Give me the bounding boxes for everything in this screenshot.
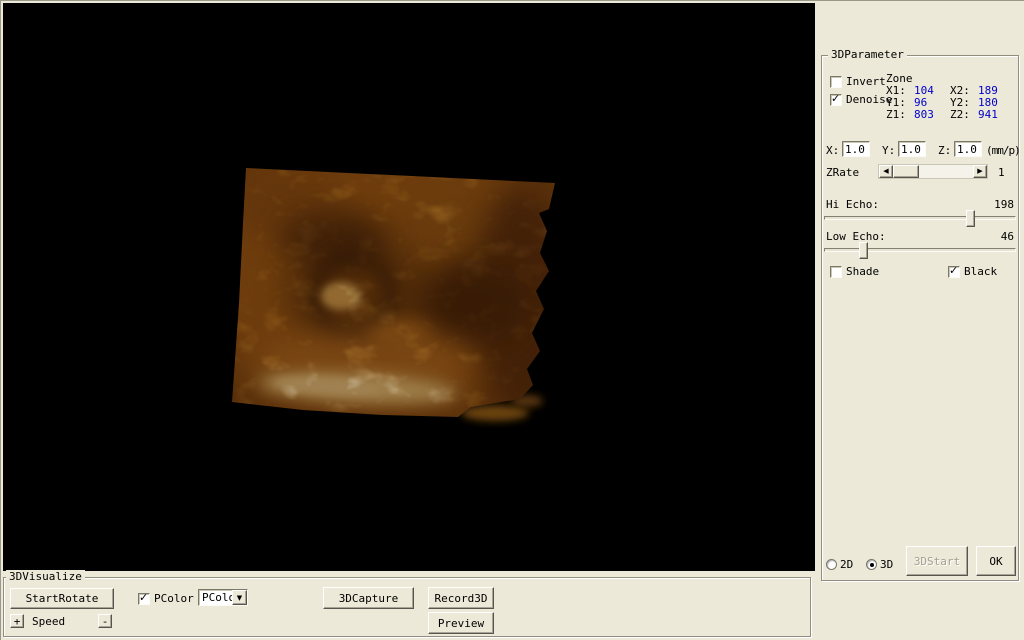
parameter-groupbox-title: 3DParameter (828, 48, 907, 62)
scale-unit-label: (mm/p) (986, 144, 1021, 157)
zone-z2-value: 941 (978, 108, 998, 121)
low-echo-label: Low Echo: (826, 230, 886, 243)
ok-button[interactable]: OK (976, 546, 1016, 576)
scale-y-label: Y: (882, 144, 896, 157)
check-icon: ✓ (139, 591, 149, 604)
mode-3d-label: 3D (880, 558, 894, 571)
preview-button[interactable]: Preview (428, 612, 494, 634)
scale-y-input[interactable] (898, 141, 926, 157)
3d-viewport[interactable] (3, 3, 815, 571)
start-3d-button[interactable]: 3DStart (906, 546, 968, 576)
low-echo-value: 46 (1000, 230, 1014, 243)
zrate-label: ZRate (826, 166, 860, 179)
zrate-left-arrow-icon[interactable]: ◀ (879, 165, 893, 178)
scale-z-label: Z: (938, 144, 952, 157)
invert-label: Invert (846, 75, 886, 88)
speed-label: Speed (32, 615, 66, 628)
pcolor-label: PColor (154, 592, 194, 605)
shade-checkbox[interactable] (830, 266, 842, 278)
zrate-scrollbar-thumb[interactable] (893, 165, 919, 178)
shade-label: Shade (846, 265, 880, 278)
speed-minus-button[interactable]: - (98, 614, 112, 628)
hi-echo-slider-thumb[interactable] (965, 210, 975, 227)
radio-dot-icon (870, 563, 874, 567)
check-icon: ✓ (831, 92, 841, 105)
zone-z2-label: Z2: (950, 108, 970, 121)
pcolor-select[interactable]: PColor ▼ (198, 589, 248, 606)
mode-2d-radio[interactable] (826, 559, 837, 570)
zrate-scrollbar[interactable]: ◀ ▶ (878, 164, 988, 179)
capture-3d-button[interactable]: 3DCapture (323, 587, 414, 609)
invert-checkbox[interactable] (830, 76, 842, 88)
low-echo-slider-thumb[interactable] (859, 242, 869, 259)
parameter-groupbox: 3DParameter Invert ✓ Denoise Zone X1: 10… (821, 48, 1021, 581)
chevron-down-icon[interactable]: ▼ (232, 590, 247, 605)
mode-2d-label: 2D (840, 558, 854, 571)
zrate-right-arrow-icon[interactable]: ▶ (973, 165, 987, 178)
record-3d-button[interactable]: Record3D (428, 587, 494, 609)
3d-ultrasound-render (232, 168, 555, 421)
scale-x-input[interactable] (842, 141, 870, 157)
zone-z1-label: Z1: (886, 108, 906, 121)
black-label: Black (964, 265, 998, 278)
pcolor-checkbox[interactable]: ✓ (138, 591, 150, 605)
low-echo-slider[interactable] (824, 242, 1016, 259)
hi-echo-slider[interactable] (824, 210, 1016, 227)
app-window: 3DParameter Invert ✓ Denoise Zone X1: 10… (0, 0, 1024, 640)
visualize-groupbox: 3DVisualize StartRotate + Speed - ✓ PCol… (3, 570, 811, 637)
start-rotate-button[interactable]: StartRotate (10, 588, 114, 609)
visualize-bar: 3DVisualize StartRotate + Speed - ✓ PCol… (1, 570, 815, 640)
parameter-panel: 3DParameter Invert ✓ Denoise Zone X1: 10… (815, 1, 1024, 640)
mode-3d-radio[interactable] (866, 559, 877, 570)
denoise-checkbox[interactable]: ✓ (830, 92, 842, 106)
check-icon: ✓ (949, 264, 959, 277)
visualize-groupbox-title: 3DVisualize (6, 570, 85, 584)
zrate-value: 1 (998, 166, 1005, 179)
hi-echo-label: Hi Echo: (826, 198, 879, 211)
black-checkbox[interactable]: ✓ (948, 264, 960, 278)
speed-plus-button[interactable]: + (10, 614, 24, 628)
scale-x-label: X: (826, 144, 840, 157)
scale-z-input[interactable] (954, 141, 982, 157)
zone-z1-value: 803 (914, 108, 934, 121)
